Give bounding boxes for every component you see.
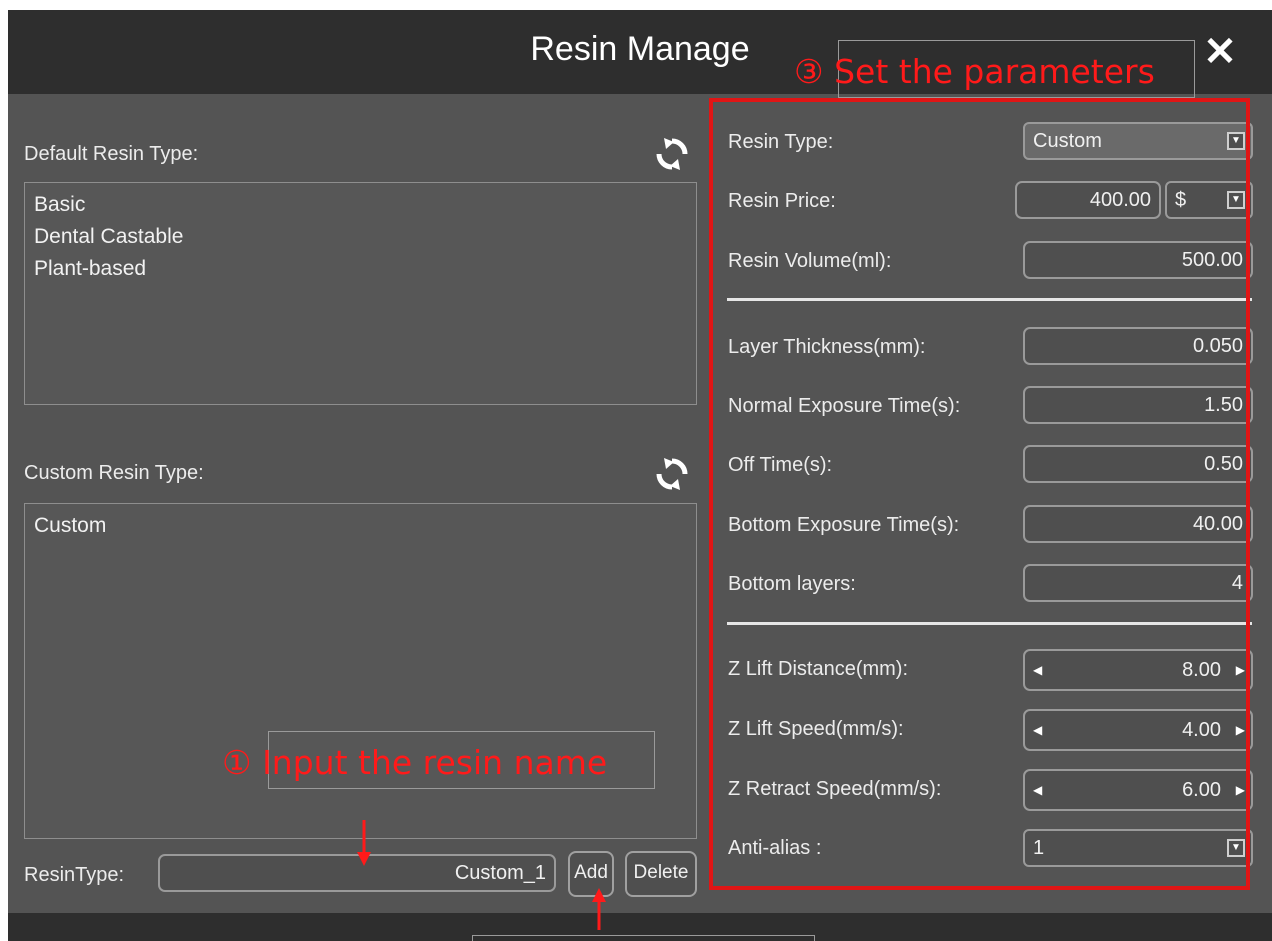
section-divider [727, 622, 1252, 625]
z-lift-distance-stepper[interactable]: ◀ 8.00 ▶ [1023, 649, 1253, 691]
refresh-icon[interactable] [654, 136, 690, 172]
anti-alias-label: Anti-alias : [728, 837, 822, 859]
chevron-down-icon: ▼ [1227, 839, 1245, 857]
decrement-icon[interactable]: ◀ [1033, 771, 1042, 809]
bottom-layers-label: Bottom layers: [728, 573, 856, 595]
layer-thickness-label: Layer Thickness(mm): [728, 336, 926, 358]
resin-type-select[interactable]: Custom ▼ [1023, 122, 1253, 160]
chevron-down-icon: ▼ [1227, 132, 1245, 150]
decrement-icon[interactable]: ◀ [1033, 651, 1042, 689]
decrement-icon[interactable]: ◀ [1033, 711, 1042, 749]
up-arrow-icon [592, 888, 606, 930]
z-retract-speed-stepper[interactable]: ◀ 6.00 ▶ [1023, 769, 1253, 811]
layer-thickness-input[interactable]: 0.050 [1023, 327, 1253, 365]
off-time-input[interactable]: 0.50 [1023, 445, 1253, 483]
resin-volume-input[interactable]: 500.00 [1023, 241, 1253, 279]
list-item[interactable]: Basic [34, 189, 687, 221]
increment-icon[interactable]: ▶ [1236, 651, 1245, 689]
bottom-exposure-label: Bottom Exposure Time(s): [728, 514, 960, 536]
resin-type-param-label: Resin Type: [728, 131, 834, 153]
anti-alias-select-value: 1 [1033, 837, 1045, 859]
anti-alias-select[interactable]: 1 ▼ [1023, 829, 1253, 867]
z-lift-distance-value: 8.00 [1182, 659, 1221, 681]
resin-manage-dialog: Resin Manage ✕ Default Resin Type: Basic… [8, 10, 1272, 941]
resin-volume-label: Resin Volume(ml): [728, 250, 892, 272]
z-lift-speed-label: Z Lift Speed(mm/s): [728, 718, 904, 740]
annotation-input-resin-name: ① Input the resin name [222, 743, 608, 782]
resin-price-input[interactable]: 400.00 [1015, 181, 1161, 219]
bottom-layers-input[interactable]: 4 [1023, 564, 1253, 602]
list-item[interactable]: Custom [34, 510, 687, 542]
resin-price-label: Resin Price: [728, 190, 836, 212]
close-icon[interactable]: ✕ [1198, 32, 1242, 76]
annotation-set-parameters: ③ Set the parameters [794, 52, 1155, 91]
resin-type-input-label: ResinType: [24, 864, 125, 886]
z-lift-speed-stepper[interactable]: ◀ 4.00 ▶ [1023, 709, 1253, 751]
chevron-down-icon: ▼ [1227, 191, 1245, 209]
normal-exposure-input[interactable]: 1.50 [1023, 386, 1253, 424]
list-item[interactable]: Dental Castable [34, 221, 687, 253]
default-resin-type-label: Default Resin Type: [24, 143, 199, 165]
default-resin-list[interactable]: Basic Dental Castable Plant-based [24, 182, 697, 405]
section-divider [727, 298, 1252, 301]
currency-select-value: $ [1175, 189, 1187, 211]
annotation-box [472, 935, 815, 941]
delete-button[interactable]: Delete [625, 851, 697, 897]
normal-exposure-label: Normal Exposure Time(s): [728, 395, 961, 417]
z-lift-distance-label: Z Lift Distance(mm): [728, 658, 909, 680]
z-retract-speed-label: Z Retract Speed(mm/s): [728, 778, 942, 800]
bottom-exposure-input[interactable]: 40.00 [1023, 505, 1253, 543]
z-lift-speed-value: 4.00 [1182, 719, 1221, 741]
resin-type-select-value: Custom [1033, 130, 1102, 152]
refresh-icon[interactable] [654, 456, 690, 492]
off-time-label: Off Time(s): [728, 454, 833, 476]
increment-icon[interactable]: ▶ [1236, 771, 1245, 809]
list-item[interactable]: Plant-based [34, 253, 687, 285]
down-arrow-icon [357, 820, 371, 866]
currency-select[interactable]: $ ▼ [1165, 181, 1253, 219]
z-retract-speed-value: 6.00 [1182, 779, 1221, 801]
custom-resin-type-label: Custom Resin Type: [24, 462, 204, 484]
increment-icon[interactable]: ▶ [1236, 711, 1245, 749]
